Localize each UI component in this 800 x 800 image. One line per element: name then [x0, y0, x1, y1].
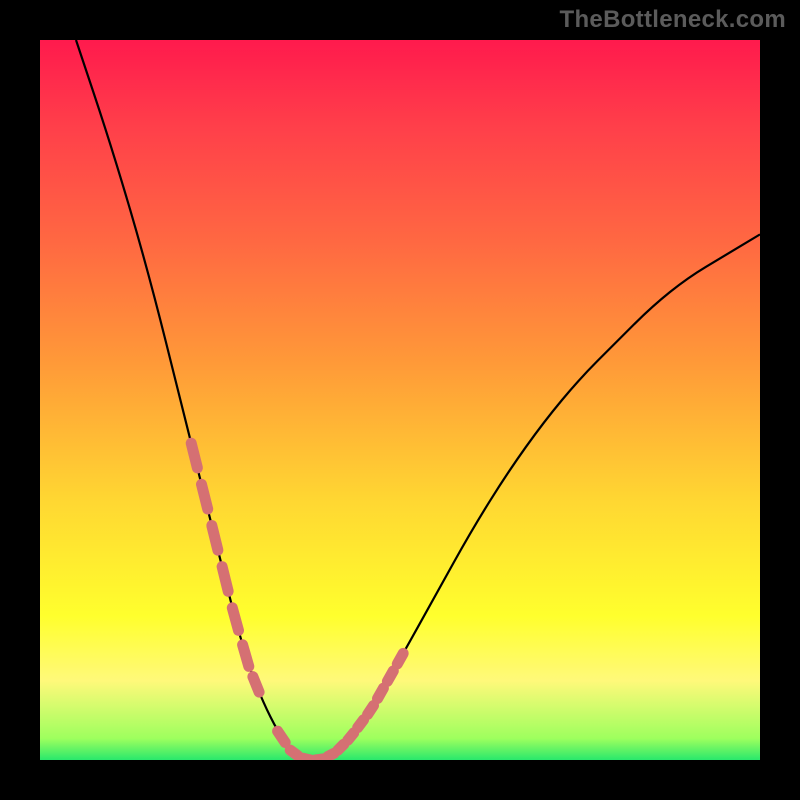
chart-frame: TheBottleneck.com [0, 0, 800, 800]
highlight-segments [191, 443, 403, 760]
highlight-tick [378, 688, 384, 698]
highlight-tick [387, 671, 393, 681]
highlight-tick [368, 706, 374, 715]
highlight-tick [358, 720, 364, 728]
highlight-tick [278, 731, 286, 742]
highlight-tick [191, 443, 197, 468]
highlight-tick [397, 653, 403, 664]
bottleneck-curve [76, 40, 760, 760]
highlight-tick [315, 759, 323, 760]
highlight-tick [222, 567, 228, 592]
highlight-tick [243, 645, 249, 667]
highlight-tick [348, 733, 354, 740]
highlight-tick [290, 750, 298, 756]
highlight-tick [328, 753, 334, 756]
highlight-tick [212, 526, 218, 551]
highlight-tick [202, 484, 208, 509]
chart-svg [40, 40, 760, 760]
highlight-tick [338, 744, 344, 750]
plot-area [40, 40, 760, 760]
highlight-tick [303, 758, 311, 760]
highlight-tick [232, 608, 238, 631]
watermark-text: TheBottleneck.com [560, 6, 786, 34]
highlight-tick [253, 677, 259, 692]
